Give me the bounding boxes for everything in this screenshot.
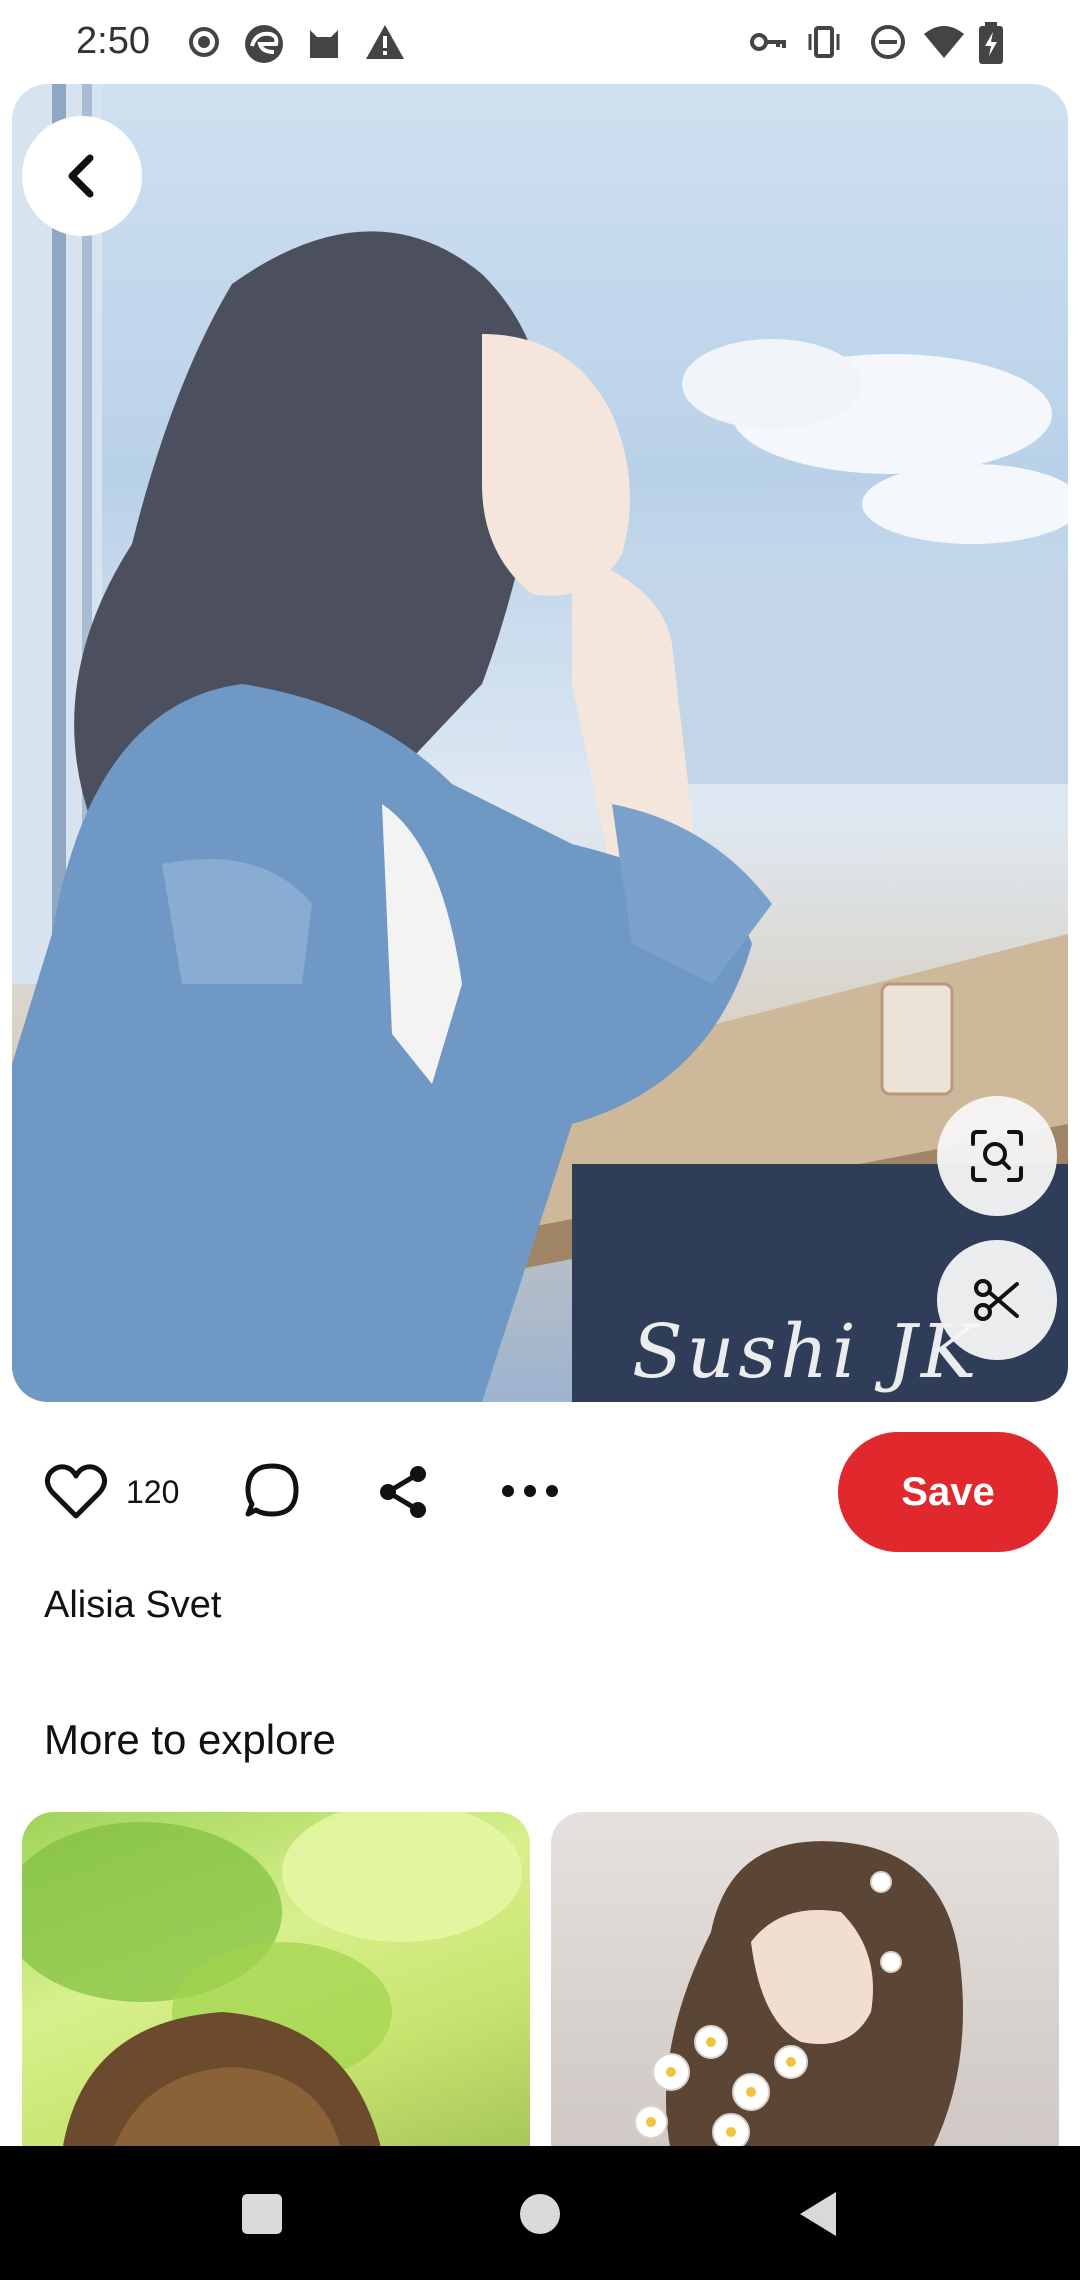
vibrate-icon (804, 22, 844, 62)
comment-button[interactable] (244, 1462, 300, 1518)
heart-icon (44, 1464, 108, 1519)
triangle-back-icon (800, 2192, 836, 2236)
section-title: More to explore (44, 1716, 336, 1763)
cutout-button[interactable] (937, 1240, 1057, 1360)
system-nav-bar (0, 2146, 1080, 2280)
more-options-button[interactable] (500, 1476, 560, 1506)
cat-icon (304, 22, 344, 62)
share-icon (380, 1466, 426, 1518)
wifi-icon (922, 22, 964, 62)
status-time: 2:50 (76, 20, 150, 62)
scissors-icon (974, 1279, 1019, 1321)
edge-icon (242, 22, 283, 63)
recents-button[interactable] (220, 2172, 304, 2256)
home-button[interactable] (498, 2172, 582, 2256)
pin-author[interactable]: Alisia Svet (44, 1584, 221, 1627)
vpn-key-icon (748, 22, 788, 62)
save-button[interactable]: Save (838, 1432, 1058, 1552)
comment-icon (245, 1463, 299, 1517)
dnd-icon (868, 22, 908, 62)
warning-icon (364, 22, 404, 62)
like-button[interactable] (44, 1462, 108, 1520)
like-count: 120 (126, 1474, 180, 1510)
pin-image[interactable]: Sushi JK (12, 84, 1068, 1402)
circle-icon (520, 2194, 560, 2234)
back-button[interactable] (22, 116, 142, 236)
explore-pin-2[interactable] (551, 1812, 1059, 2152)
back-nav-button[interactable] (776, 2172, 860, 2256)
explore-pin-2-image (634, 1841, 963, 2152)
share-button[interactable] (376, 1464, 432, 1520)
square-icon (242, 2194, 282, 2234)
explore-pin-1[interactable] (22, 1812, 530, 2152)
battery-icon (976, 22, 1016, 64)
pin-watermark: Sushi JK (632, 1309, 981, 1395)
chevron-left-icon (68, 154, 94, 198)
status-bar: 2:50 (0, 0, 1080, 84)
visual-search-icon (971, 1130, 1023, 1182)
record-icon (184, 22, 224, 62)
explore-pin-1-image (22, 1812, 522, 2152)
pin-illustration (12, 84, 1068, 1402)
visual-search-button[interactable] (937, 1096, 1057, 1216)
more-icon (502, 1485, 558, 1497)
